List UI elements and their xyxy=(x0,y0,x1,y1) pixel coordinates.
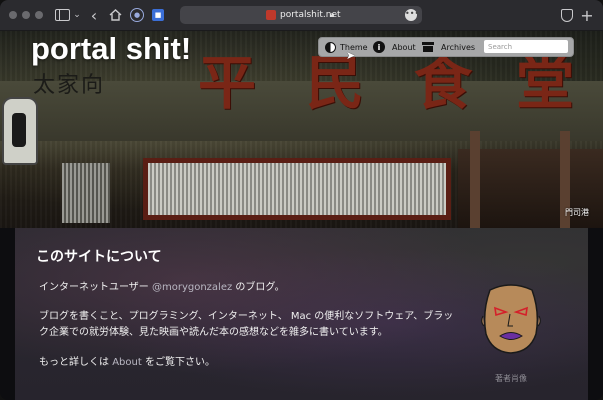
theme-icon xyxy=(325,41,336,53)
nav-about[interactable]: i About xyxy=(373,38,416,56)
about-description-line1: ブログを書くこと、プログラミング、インターネット、 Mac の便利なソフトウェア… xyxy=(39,311,454,322)
hero-header: 太家向 平 民 食 堂 門司港 portal shit! Theme i Abo… xyxy=(0,31,603,228)
hero-sign-char: 食 xyxy=(414,49,473,117)
back-icon[interactable]: ‹ xyxy=(88,6,100,25)
shield-icon[interactable] xyxy=(560,6,574,24)
about-more-suffix: をご覧下さい。 xyxy=(141,357,215,368)
about-intro: インターネットユーザー @morygonzalez のブログ。 xyxy=(39,280,285,296)
more-icon[interactable]: ••• xyxy=(405,9,419,21)
minimize-window-button[interactable] xyxy=(22,11,30,19)
hero-small-sign: 太家向 xyxy=(33,73,106,98)
hero-sign-char: 民 xyxy=(306,49,365,117)
about-description-line2: ク企業での就労体験、見た映画や読んだ本の感想などを雑多に書いています。 xyxy=(39,327,388,338)
author-link[interactable]: @morygonzalez xyxy=(152,282,232,293)
about-section: このサイトについて インターネットユーザー @morygonzalez のブログ… xyxy=(15,228,588,400)
hero-shutter xyxy=(143,158,451,220)
home-icon[interactable] xyxy=(108,6,122,24)
browser-window: ⌄ ‹ ● ■ portalshit.net 🔒︎ ••• + 太家向 平 民 … xyxy=(0,0,603,400)
hero-post xyxy=(470,131,480,228)
hero-lamp xyxy=(2,97,38,165)
site-title[interactable]: portal shit! xyxy=(31,31,191,67)
mouse-cursor-icon: ➤ xyxy=(346,49,356,62)
hero-shutter-left xyxy=(62,163,110,223)
zoom-window-button[interactable] xyxy=(35,11,43,19)
chevron-down-icon[interactable]: ⌄ xyxy=(73,6,81,24)
site-nav: Theme i About Archives xyxy=(318,37,574,57)
nav-archives[interactable]: Archives xyxy=(422,38,475,56)
about-intro-text: インターネットユーザー xyxy=(39,282,152,293)
lock-icon: 🔒︎ xyxy=(330,10,335,19)
author-portrait-image xyxy=(481,284,541,354)
about-more-text: もっと詳しくは xyxy=(39,357,113,368)
sidebar-icon[interactable] xyxy=(53,6,71,24)
hero-sign-char: 堂 xyxy=(516,49,575,117)
bookmark-icon[interactable]: ■ xyxy=(151,6,165,24)
hero-caption: 門司港 xyxy=(565,208,589,217)
extension-icon[interactable]: ● xyxy=(130,6,144,24)
site-favicon-icon xyxy=(266,10,276,20)
portrait-caption: 著者肖像 xyxy=(495,374,527,383)
about-title: このサイトについて xyxy=(36,249,162,265)
search-input[interactable] xyxy=(484,40,568,53)
about-intro-suffix: のブログ。 xyxy=(232,282,285,293)
about-link[interactable]: About xyxy=(112,357,142,368)
info-icon: i xyxy=(373,41,385,53)
hero-sign-char: 平 xyxy=(198,49,257,117)
archive-icon xyxy=(422,42,434,52)
plus-icon[interactable]: + xyxy=(580,6,594,25)
about-more: もっと詳しくは About をご覧下さい。 xyxy=(39,355,215,371)
close-window-button[interactable] xyxy=(9,11,17,19)
nav-archives-label: Archives xyxy=(441,42,476,52)
browser-toolbar: ⌄ ‹ ● ■ portalshit.net 🔒︎ ••• + xyxy=(0,0,603,31)
address-bar[interactable]: portalshit.net 🔒︎ ••• xyxy=(180,6,422,24)
nav-about-label: About xyxy=(392,42,416,52)
